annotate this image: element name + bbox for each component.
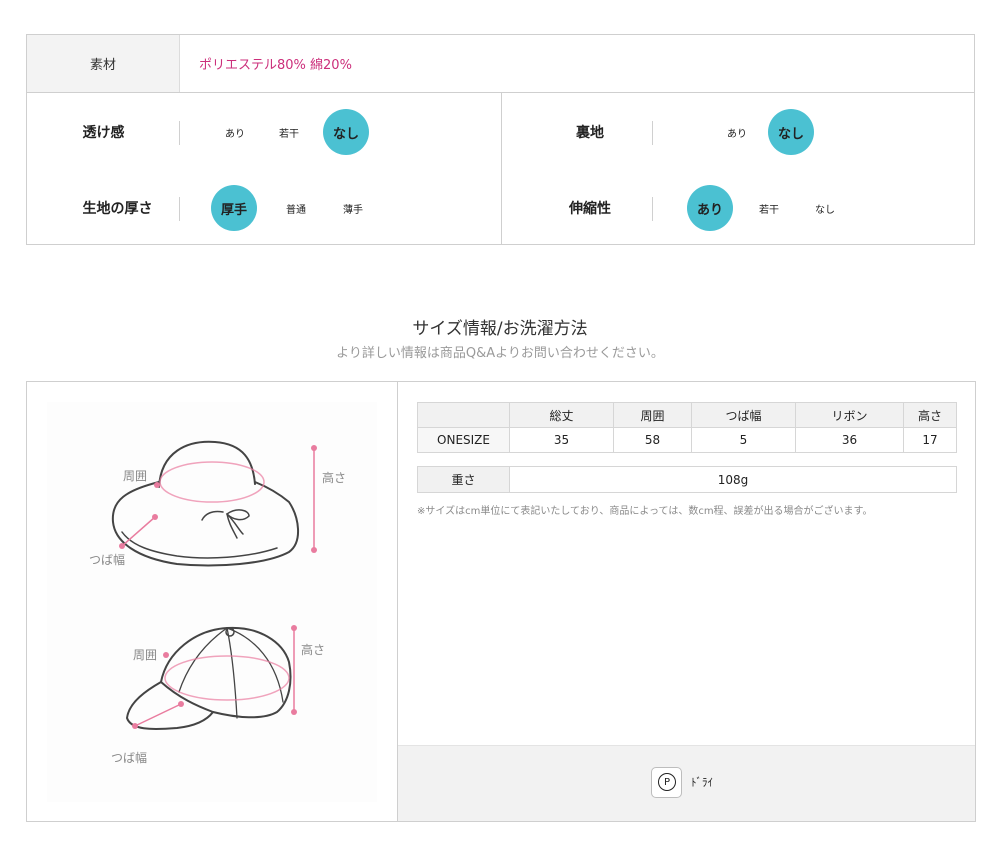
guide-point <box>311 547 317 553</box>
hat-diagram: 周囲 高さ つば幅 周囲 高さ つば幅 <box>47 402 377 802</box>
table-row: ONESIZE 35 58 5 36 17 <box>417 427 957 453</box>
option-jakkan: 若干 <box>279 128 299 140</box>
attribute-separator <box>179 197 180 221</box>
header-cell: 総丈 <box>509 402 614 428</box>
header-cell: リボン <box>795 402 904 428</box>
hat1-circumference-label: 周囲 <box>123 469 147 483</box>
care-label: ﾄﾞﾗｲ <box>691 776 713 789</box>
attribute-separator <box>652 197 653 221</box>
option-atsude-selected: 厚手 <box>211 185 257 231</box>
material-value: ポリエステル80% 綿20% <box>199 58 352 73</box>
option-nashi-selected: なし <box>768 109 814 155</box>
attribute-separator <box>652 121 653 145</box>
attribute-thickness: 生地の厚さ 厚手 普通 薄手 <box>27 185 501 231</box>
table-cell: 36 <box>795 427 904 453</box>
option-nashi: なし <box>815 204 835 216</box>
attribute-label: 生地の厚さ <box>82 201 153 217</box>
material-row: 素材 ポリエステル80% 綿20% <box>27 35 974 93</box>
option-ari-selected: あり <box>687 185 733 231</box>
hat1-brim-label: つば幅 <box>89 552 125 567</box>
header-cell: 高さ <box>903 402 957 428</box>
material-label: 素材 <box>27 35 180 92</box>
size-table: 総丈 周囲 つば幅 リボン 高さ ONESIZE 35 58 5 36 17 <box>417 402 957 453</box>
option-nashi-selected: なし <box>323 109 369 155</box>
section-subtitle: より詳しい情報は商品Q&Aよりお問い合わせください。 <box>336 346 664 361</box>
fabric-attribute-panel: 素材 ポリエステル80% 綿20% 透け感 あり 若干 なし 裏地 あり なし … <box>26 34 975 245</box>
table-cell: 17 <box>903 427 957 453</box>
guide-point <box>119 543 125 549</box>
weight-table: 重さ 108g <box>417 466 957 493</box>
care-instructions: P ﾄﾞﾗｲ <box>398 745 975 821</box>
size-table-header: 総丈 周囲 つば幅 リボン 高さ <box>417 402 957 428</box>
guide-point <box>163 652 169 658</box>
size-name-cell: ONESIZE <box>417 427 510 453</box>
option-jakkan: 若干 <box>759 204 779 216</box>
header-cell: 周囲 <box>613 402 692 428</box>
table-cell: 5 <box>691 427 796 453</box>
option-futsuu: 普通 <box>286 204 306 216</box>
table-cell: 35 <box>509 427 614 453</box>
guide-point <box>311 445 317 451</box>
dry-clean-symbol: P <box>658 773 676 791</box>
option-ari: あり <box>225 128 245 140</box>
guide-point <box>291 625 297 631</box>
weight-label: 重さ <box>417 466 510 493</box>
weight-value: 108g <box>509 466 957 493</box>
option-usude: 薄手 <box>343 204 363 216</box>
header-cell <box>417 402 510 428</box>
hat-measurement-illustration: 周囲 高さ つば幅 周囲 高さ つば幅 <box>27 382 398 821</box>
attribute-separator <box>179 121 180 145</box>
hat2-brim-label: つば幅 <box>111 750 147 765</box>
attribute-lining: 裏地 あり なし <box>502 109 974 155</box>
guide-point <box>291 709 297 715</box>
size-info-box: 周囲 高さ つば幅 周囲 高さ つば幅 総丈 周囲 つば幅 リボン 高さ ONE… <box>26 381 976 822</box>
table-row: 重さ 108g <box>417 466 957 493</box>
guide-point <box>154 482 160 488</box>
table-cell: 58 <box>613 427 692 453</box>
size-note: ※サイズはcm単位にて表記いたしており、商品によっては、数cm程、誤差が出る場合… <box>417 506 873 517</box>
header-cell: つば幅 <box>691 402 796 428</box>
section-title: サイズ情報/お洗濯方法 <box>412 319 588 339</box>
size-details: 総丈 周囲 つば幅 リボン 高さ ONESIZE 35 58 5 36 17 重… <box>398 382 975 821</box>
hat2-height-label: 高さ <box>301 642 325 657</box>
guide-point <box>178 701 184 707</box>
guide-point <box>132 723 138 729</box>
option-ari: あり <box>727 128 747 140</box>
dry-clean-p-icon: P <box>651 767 682 798</box>
attribute-stretch: 伸縮性 あり 若干 なし <box>502 185 974 231</box>
attribute-sheerness: 透け感 あり 若干 なし <box>27 109 501 155</box>
hat2-circumference-label: 周囲 <box>133 648 157 662</box>
attribute-label: 透け感 <box>82 125 125 141</box>
hat1-height-label: 高さ <box>322 470 346 485</box>
